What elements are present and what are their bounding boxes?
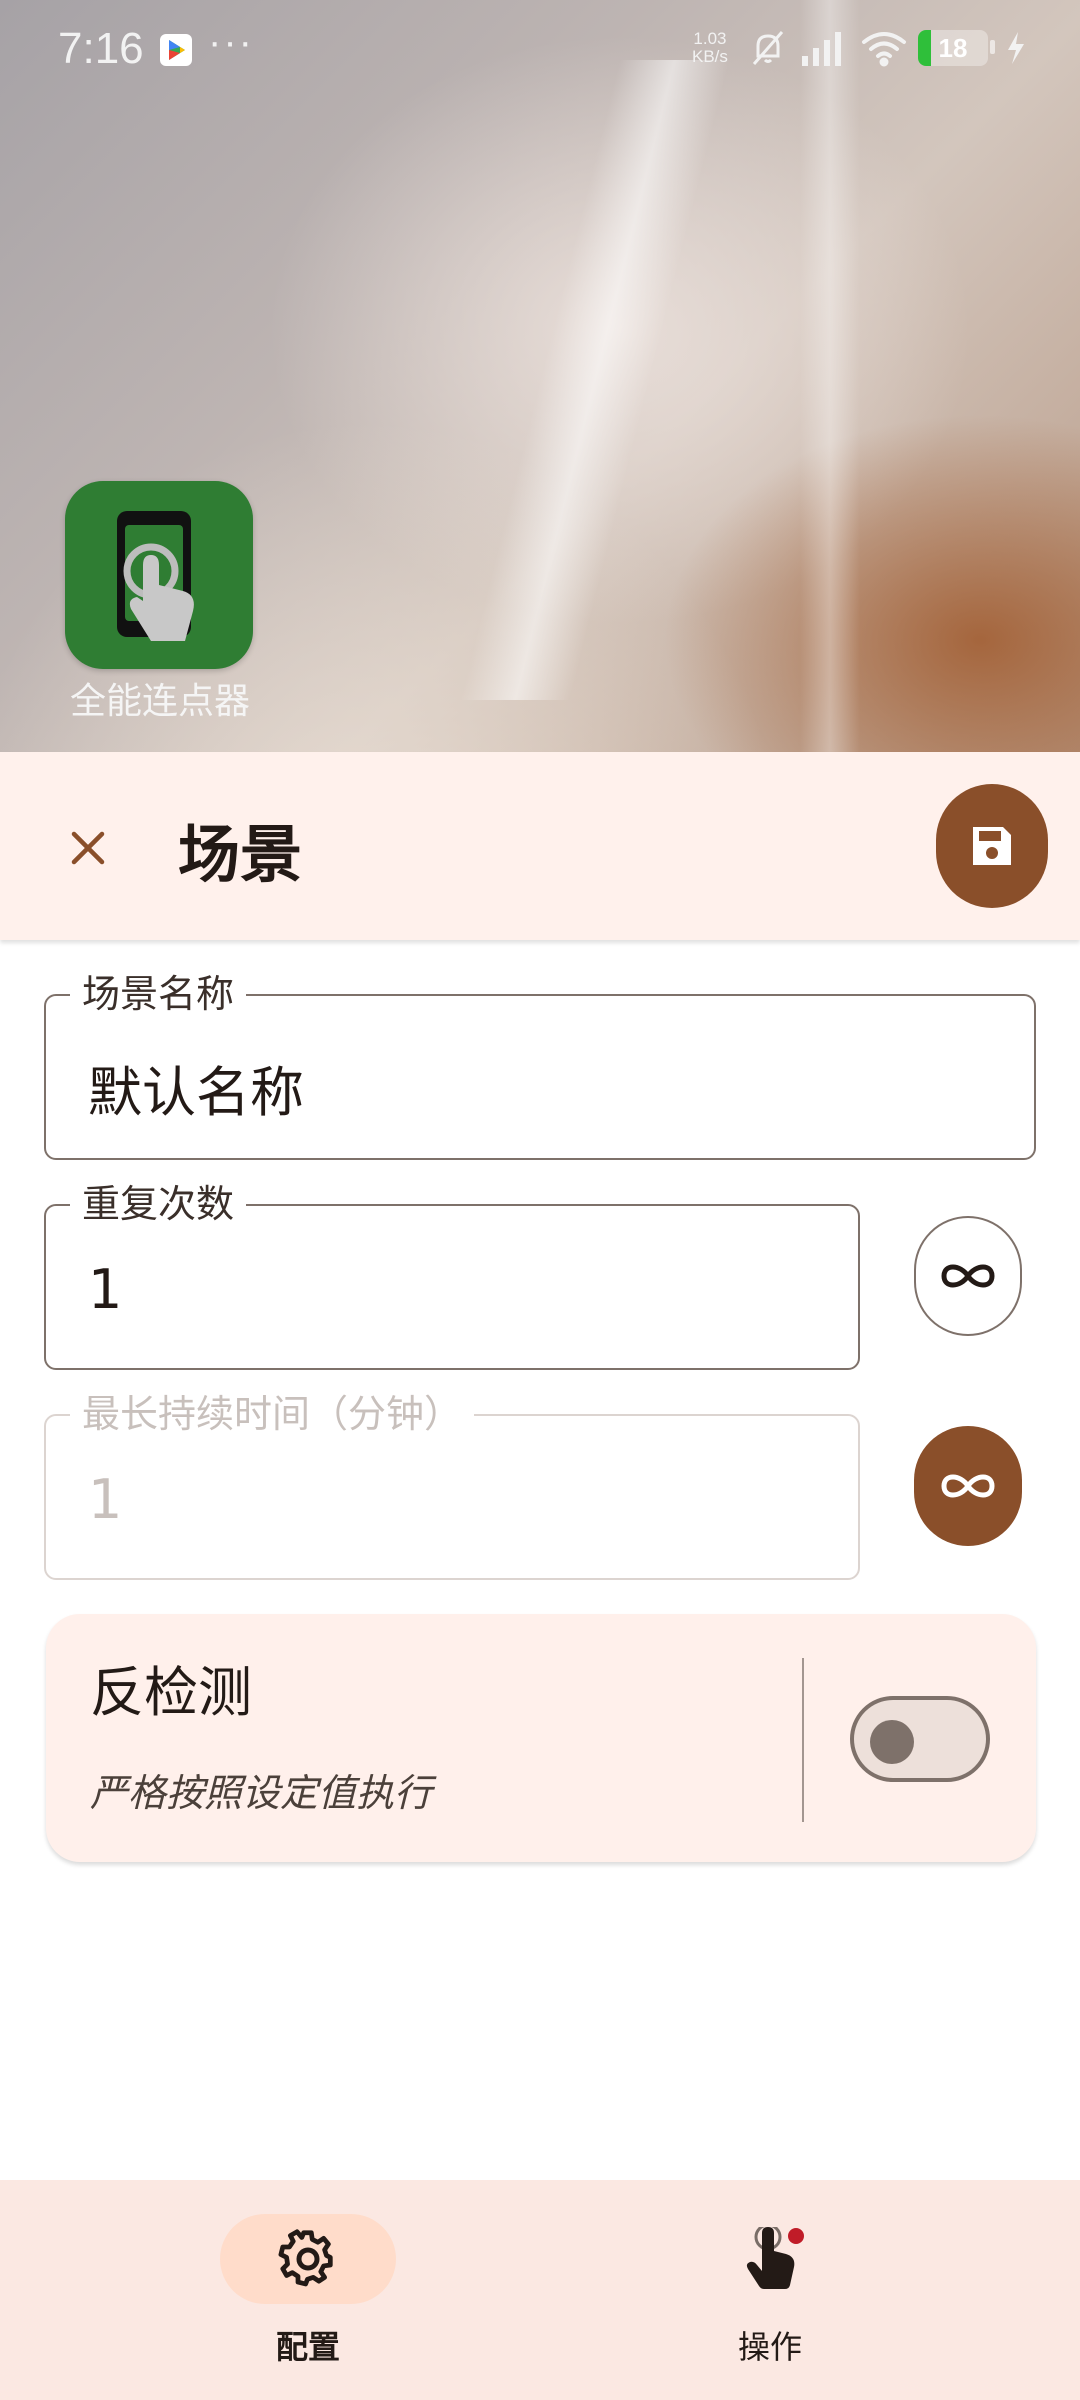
page-title: 场景 — [178, 818, 303, 891]
anti-detection-toggle[interactable] — [850, 1696, 990, 1782]
play-store-icon — [160, 34, 192, 66]
charging-icon — [1004, 30, 1028, 71]
repeat-count-label: 重复次数 — [70, 1182, 247, 1226]
infinity-icon — [941, 1264, 995, 1288]
battery-level: 18 — [938, 33, 968, 63]
repeat-count-field[interactable]: 重复次数 1 — [44, 1182, 860, 1370]
nav-operations-pill — [682, 2214, 858, 2304]
scene-name-field[interactable]: 场景名称 默认名称 — [44, 972, 1036, 1160]
scene-sheet: 场景 场景名称 默认名称 重复次数 1 最长持续时间（分钟） 1 反检测 严格按… — [0, 752, 1080, 2400]
save-button[interactable] — [936, 784, 1048, 908]
sheet-top-bar: 场景 — [0, 752, 1080, 940]
wifi-icon — [860, 28, 908, 73]
nav-config-label: 配置 — [275, 2328, 340, 2366]
nav-item-operations[interactable]: 操作 — [612, 2180, 912, 2400]
status-time: 7:16 — [58, 24, 144, 73]
anti-detection-title: 反检测 — [90, 1661, 252, 1724]
net-speed: 1.03 KB/s — [692, 30, 728, 66]
bottom-navigation: 配置 操作 — [0, 2180, 1080, 2400]
scene-name-value: 默认名称 — [88, 1061, 304, 1124]
close-button[interactable] — [58, 818, 118, 878]
battery-indicator: 18 — [918, 30, 988, 66]
signal-icon — [800, 28, 844, 73]
nav-item-config[interactable]: 配置 — [150, 2180, 450, 2400]
nav-config-pill — [220, 2214, 396, 2304]
more-notifications-icon: ··· — [208, 20, 254, 64]
mute-bell-icon — [748, 28, 788, 73]
duration-infinite-button[interactable] — [914, 1426, 1022, 1546]
repeat-count-value: 1 — [88, 1258, 123, 1321]
repeat-infinite-button[interactable] — [914, 1216, 1022, 1336]
anti-detection-card: 反检测 严格按照设定值执行 — [46, 1614, 1036, 1862]
max-duration-value: 1 — [88, 1468, 123, 1531]
max-duration-label: 最长持续时间（分钟） — [70, 1392, 475, 1436]
anti-detection-description: 严格按照设定值执行 — [90, 1771, 433, 1815]
net-speed-unit: KB/s — [692, 47, 728, 66]
app-icon-label: 全能连点器 — [69, 681, 250, 722]
gear-icon — [278, 2229, 333, 2287]
infinity-icon — [941, 1474, 995, 1498]
app-icon-auto-clicker[interactable] — [65, 481, 253, 669]
status-bar: 7:16 ··· 1.03 KB/s 18 — [0, 0, 1080, 100]
close-icon — [71, 831, 105, 865]
save-icon — [973, 827, 1011, 865]
nav-operations-label: 操作 — [737, 2328, 802, 2366]
toggle-knob — [870, 1720, 914, 1764]
net-speed-value: 1.03 — [693, 29, 727, 48]
divider — [802, 1658, 804, 1822]
max-duration-field[interactable]: 最长持续时间（分钟） 1 — [44, 1392, 860, 1580]
notification-badge — [788, 2228, 804, 2244]
scene-name-label: 场景名称 — [70, 972, 247, 1016]
